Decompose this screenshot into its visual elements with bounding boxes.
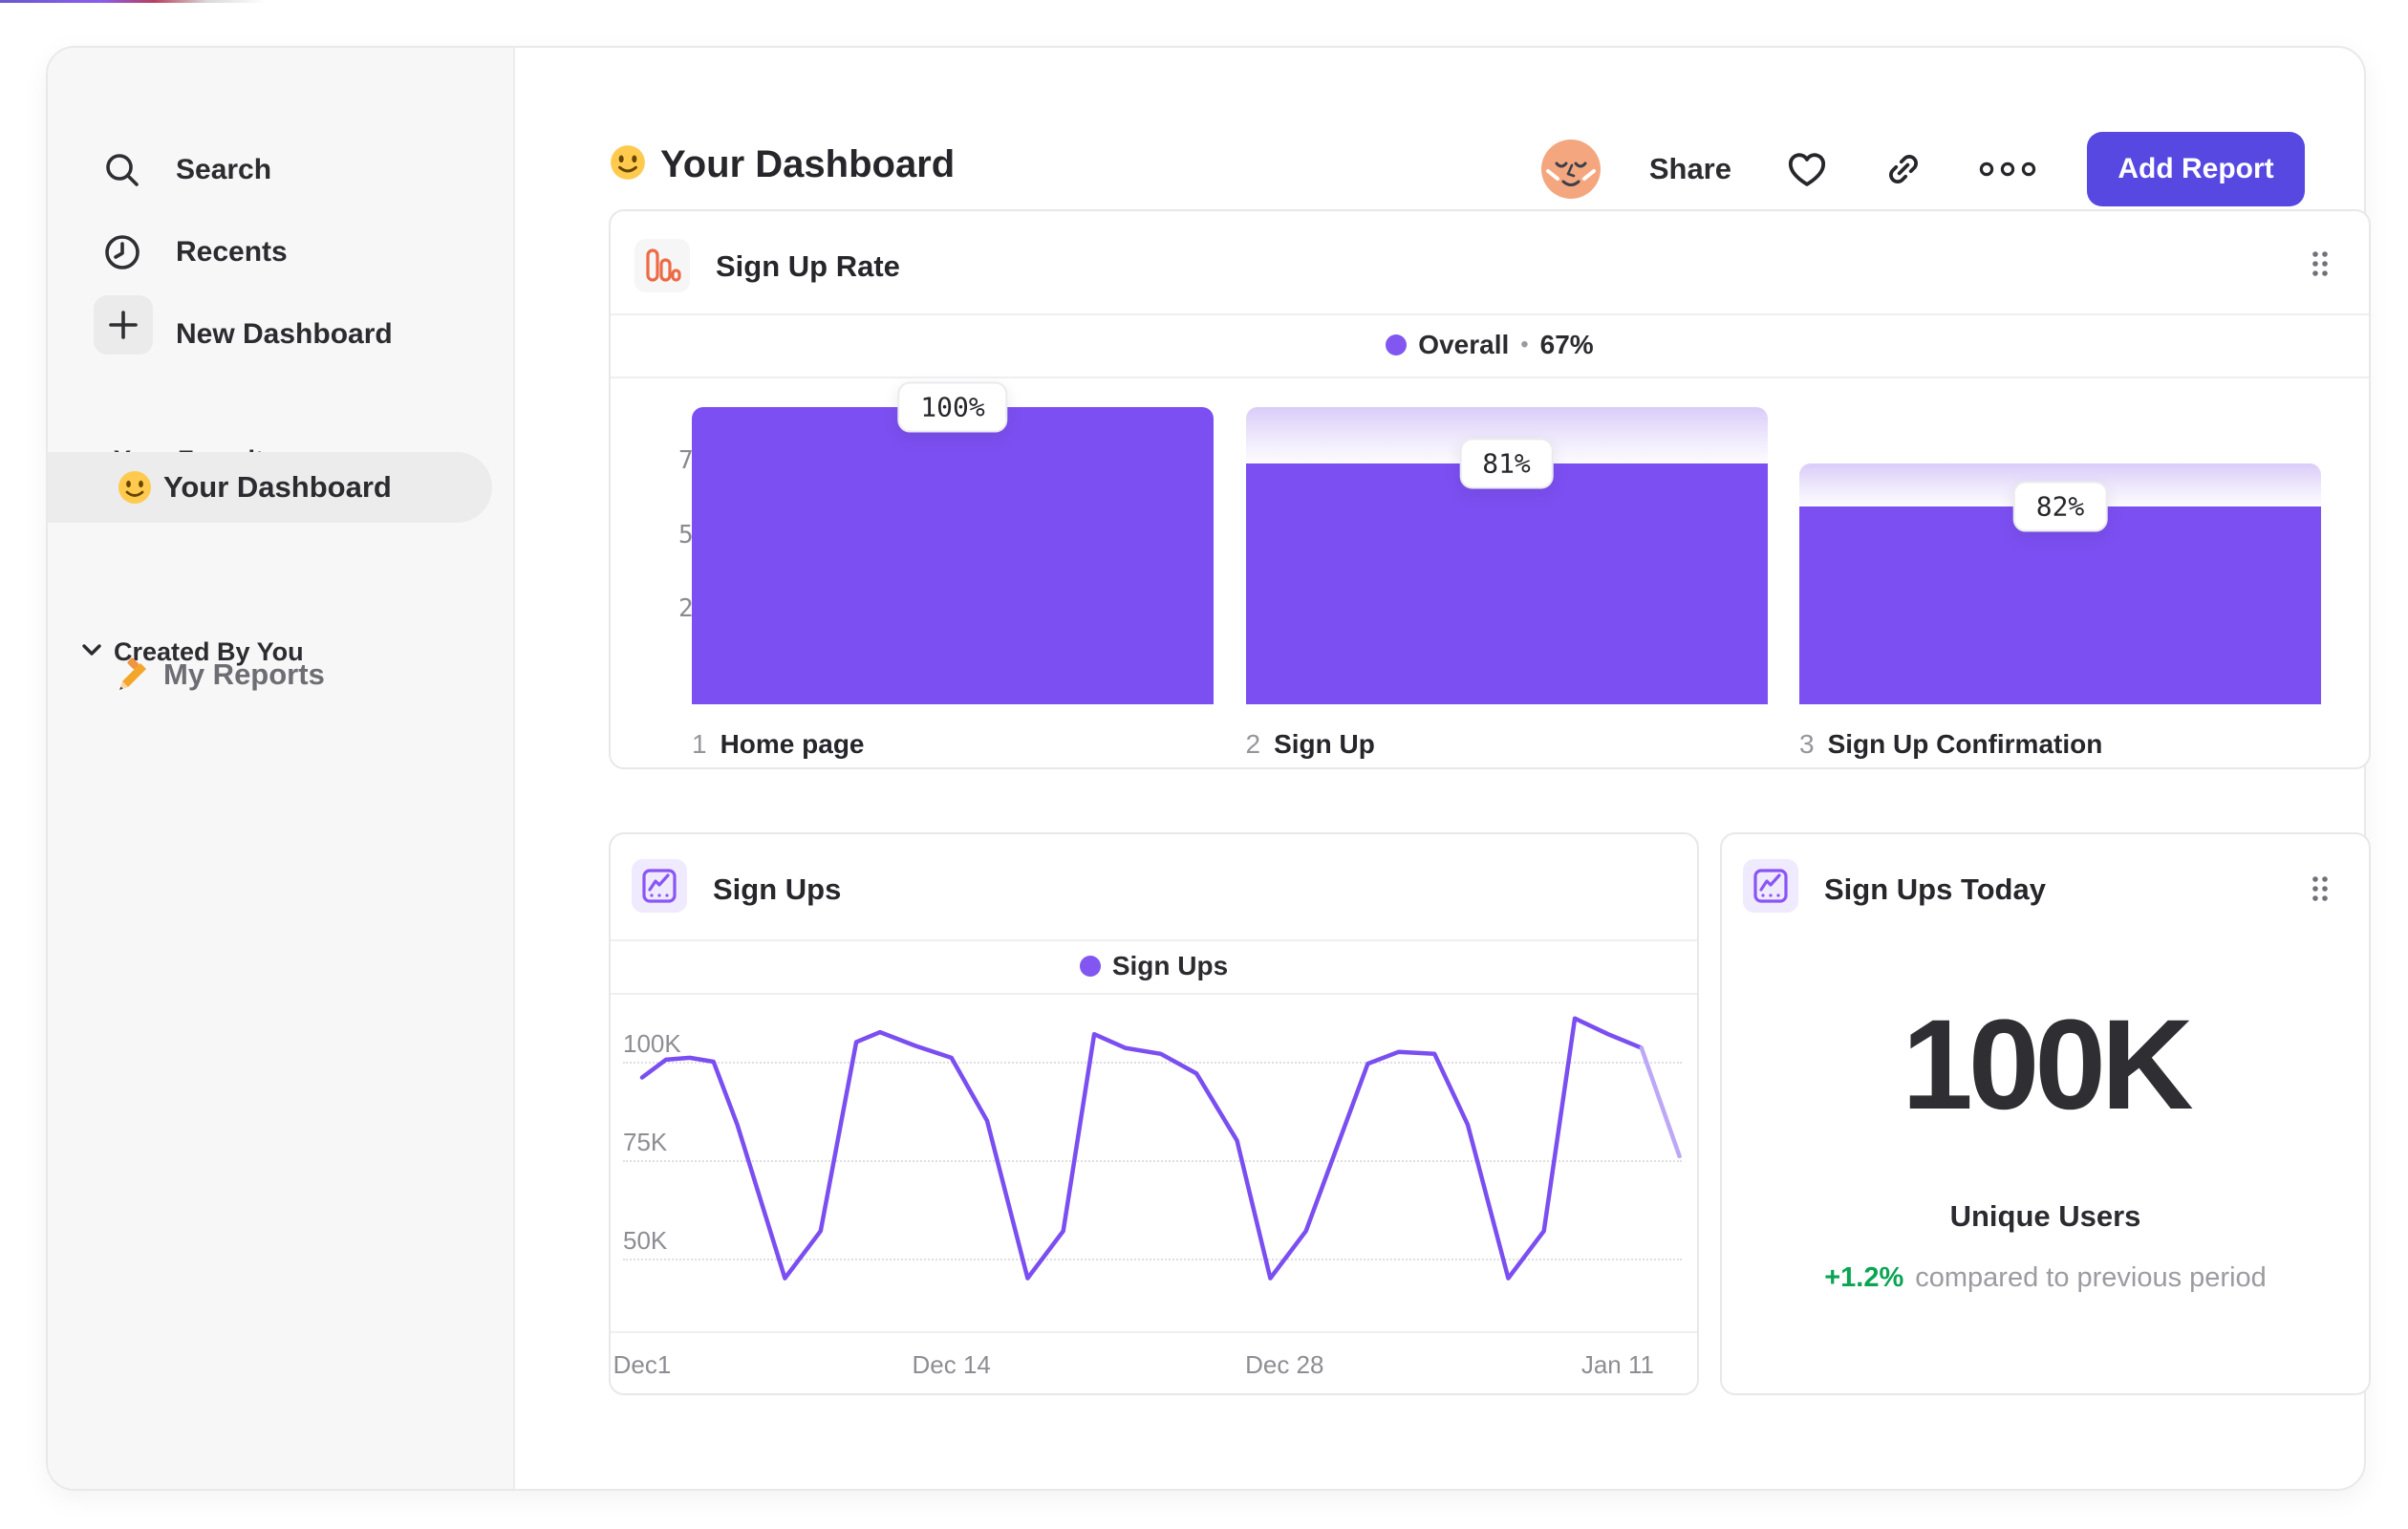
line-chart-svg[interactable] [611, 834, 1697, 1393]
main-app-card: Search Recents New Dashboard Your Dashbo… [46, 46, 2371, 1491]
gridline [623, 1160, 1682, 1162]
x-axis-tick: Dec 28 [1245, 1350, 1324, 1379]
card-sign-ups: Sign Ups Sign Ups 100K 75K 50K Dec1 Dec 14 De… [609, 832, 1699, 1395]
y-axis-tick: 50K [623, 1226, 668, 1255]
funnel-bar-converted [1799, 506, 2321, 704]
search-icon [100, 148, 144, 192]
delta-value: +1.2% [1824, 1262, 1904, 1293]
background-window-artifact [0, 0, 266, 3]
more-options-icon[interactable] [1978, 159, 2037, 180]
app-window: Search Recents New Dashboard Your Dashbo… [0, 0, 2408, 1529]
y-axis-tick: 100K [623, 1029, 681, 1058]
funnel-bar-converted [692, 407, 1214, 704]
funnel-step-name: Sign Up Confirmation [1827, 729, 2103, 759]
main-content: Your Dashboard Share Add Report Sign Up … [513, 48, 2371, 1489]
funnel-value-tooltip: 82% [2012, 481, 2108, 532]
funnel-value-tooltip: 81% [1459, 438, 1554, 489]
sidebar: Search Recents New Dashboard Your Dashbo… [48, 48, 515, 1489]
funnel-step-label: 2 Sign Up [1246, 729, 1375, 760]
pencil-emoji [115, 657, 151, 699]
funnel-plot: 75%50%25%0%100%1Home page81%2Sign Up82%3… [611, 211, 2369, 767]
sidebar-item-label: New Dashboard [176, 318, 393, 350]
smiley-emoji [609, 143, 647, 186]
card-sign-ups-today: Sign Ups Today 100K Unique Users +1.2% c… [1720, 832, 2371, 1395]
sidebar-item-label: Search [176, 154, 272, 185]
sidebar-item-new-dashboard[interactable]: New Dashboard [48, 295, 513, 365]
funnel-step-number: 3 [1799, 729, 1815, 759]
funnel-bar[interactable] [692, 407, 1214, 704]
line-chart-icon [1743, 859, 1798, 913]
gridline [623, 1259, 1682, 1260]
big-number-value: 100K [1902, 994, 2193, 1136]
plus-icon [94, 295, 153, 355]
copy-link-icon[interactable] [1882, 148, 1924, 190]
sidebar-item-search[interactable]: Search [48, 140, 513, 201]
funnel-step-label: 1 Home page [692, 729, 865, 760]
line-series [639, 1016, 1645, 1281]
sidebar-item-label: Recents [176, 236, 288, 268]
funnel-step-label: 3 Sign Up Confirmation [1799, 729, 2102, 760]
line-plot: 100K 75K 50K Dec1 Dec 14 Dec 28 Jan 11 [611, 834, 1697, 1393]
x-axis-tick: Dec 14 [912, 1350, 991, 1379]
favorite-heart-icon[interactable] [1785, 149, 1829, 189]
big-number-caption: Unique Users [1949, 1199, 2141, 1233]
avatar[interactable] [1540, 139, 1602, 200]
page-header: Your Dashboard Share Add Report [513, 48, 2364, 210]
delta-caption: compared to previous period [1915, 1262, 2267, 1293]
funnel-step-name: Sign Up [1274, 729, 1375, 759]
sidebar-item-your-dashboard[interactable]: Your Dashboard [48, 452, 492, 523]
delta-row: +1.2% compared to previous period [1722, 1262, 2369, 1294]
sidebar-item-label: Your Dashboard [163, 470, 392, 504]
y-axis-tick: 75K [623, 1128, 668, 1156]
gridline [623, 1062, 1682, 1064]
funnel-step-name: Home page [720, 729, 865, 759]
smiley-emoji [117, 469, 153, 510]
share-button[interactable]: Share [1649, 152, 1731, 186]
line-series [1639, 1045, 1682, 1159]
add-report-button[interactable]: Add Report [2087, 132, 2305, 206]
clock-icon [100, 230, 144, 274]
sidebar-item-my-reports[interactable]: My Reports [48, 648, 513, 701]
funnel-step-number: 2 [1245, 729, 1261, 759]
funnel-bar-converted [1245, 463, 1768, 704]
funnel-value-tooltip: 100% [897, 381, 1008, 433]
x-axis-tick: Dec1 [613, 1350, 672, 1379]
sidebar-item-recents[interactable]: Recents [48, 222, 513, 283]
page-title: Your Dashboard [660, 143, 956, 185]
funnel-step-number: 1 [692, 729, 707, 759]
sidebar-item-label: My Reports [163, 657, 325, 691]
card-sign-up-rate: Sign Up Rate Overall • 67% 75%50%25% [609, 209, 2371, 769]
drag-handle-icon[interactable] [2308, 872, 2333, 910]
x-axis-tick: Jan 11 [1580, 1350, 1654, 1379]
card-title: Sign Ups Today [1824, 872, 2046, 906]
